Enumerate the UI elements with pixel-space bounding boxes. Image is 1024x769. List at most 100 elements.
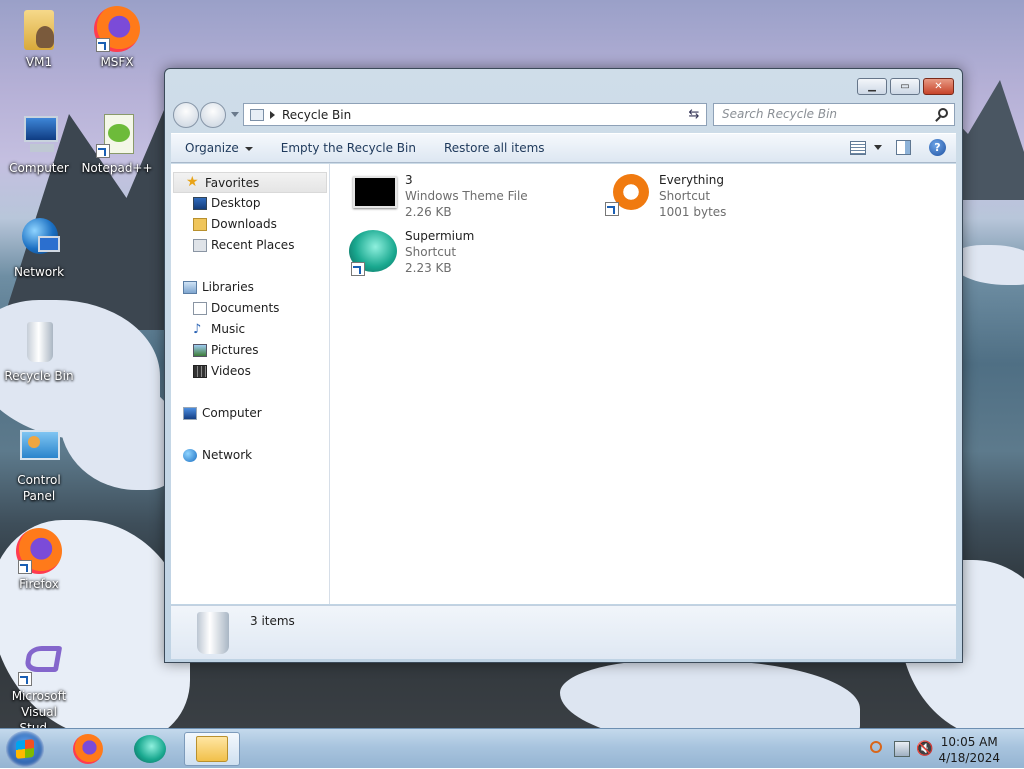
file-type: Shortcut: [659, 189, 711, 203]
minimize-button[interactable]: ▁: [857, 78, 887, 95]
visual-studio-icon: [16, 640, 63, 686]
nav-recent-places[interactable]: Recent Places: [171, 235, 329, 256]
theme-file-icon: [349, 176, 397, 224]
explorer-window: ▁ ▭ ✕ Recycle Bin ⇆ Search Recycle Bin O…: [164, 68, 963, 663]
maximize-icon: ▭: [900, 81, 910, 92]
nav-downloads[interactable]: Downloads: [171, 214, 329, 235]
user-folder-icon: [16, 6, 62, 52]
notification-area: 🔇 10:05 AM 4/18/2024: [864, 729, 1024, 769]
file-details: 3 Windows Theme File 2.26 KB: [405, 172, 528, 220]
desktop-icon-msfx[interactable]: MSFX: [80, 6, 154, 70]
firefox-icon: [94, 6, 140, 52]
restore-all-items-button[interactable]: Restore all items: [430, 141, 559, 155]
computer-icon: [183, 407, 197, 420]
view-options-dropdown-icon[interactable]: [874, 145, 882, 150]
windows-logo-icon: [16, 739, 34, 759]
everything-search-icon: [603, 174, 651, 224]
search-tray-icon[interactable]: [870, 741, 882, 753]
nav-favorites[interactable]: ★ Favorites: [173, 172, 327, 193]
file-name: 3: [405, 173, 413, 187]
downloads-folder-icon: [193, 218, 207, 231]
computer-icon: [16, 112, 62, 158]
nav-computer[interactable]: Computer: [171, 403, 329, 424]
shortcut-arrow-icon: [351, 262, 365, 276]
desktop-icon-network[interactable]: Network: [2, 216, 76, 280]
refresh-button[interactable]: ⇆: [682, 103, 707, 126]
file-type: Windows Theme File: [405, 189, 528, 203]
taskbar: 🔇 10:05 AM 4/18/2024: [0, 728, 1024, 768]
nav-network[interactable]: Network: [171, 445, 329, 466]
help-icon[interactable]: ?: [929, 139, 946, 156]
file-details: Supermium Shortcut 2.23 KB: [405, 228, 474, 276]
minimize-icon: ▁: [868, 81, 876, 92]
preview-pane-icon[interactable]: [896, 140, 911, 155]
nav-documents[interactable]: Documents: [171, 298, 329, 319]
change-view-icon[interactable]: [850, 140, 866, 155]
desktop-icon-computer[interactable]: Computer: [2, 112, 76, 176]
nav-desktop[interactable]: Desktop: [171, 193, 329, 214]
desktop-icon-notepadpp[interactable]: Notepad++: [80, 112, 154, 176]
desktop-icon-recycle-bin[interactable]: Recycle Bin: [2, 320, 76, 384]
maximize-button[interactable]: ▭: [890, 78, 920, 95]
address-bar[interactable]: Recycle Bin: [243, 103, 707, 126]
taskbar-firefox[interactable]: [60, 732, 116, 766]
desktop-icon-control-panel[interactable]: Control Panel: [2, 424, 76, 504]
libraries-icon: [183, 281, 197, 294]
breadcrumb-arrow-icon[interactable]: [270, 110, 275, 119]
clock[interactable]: 10:05 AM 4/18/2024: [938, 734, 1000, 766]
nav-label: Videos: [211, 364, 251, 378]
videos-icon: [193, 365, 207, 378]
nav-label: Favorites: [205, 176, 260, 190]
desktop-icon-firefox[interactable]: Firefox: [2, 528, 76, 592]
nav-music[interactable]: ♪ Music: [171, 319, 329, 340]
taskbar-explorer[interactable]: [184, 732, 240, 766]
shortcut-arrow-icon: [18, 560, 32, 574]
file-list: 3 Windows Theme File 2.26 KB Everything …: [331, 164, 956, 604]
desktop-icon-vm1[interactable]: VM1: [2, 6, 76, 70]
shortcut-arrow-icon: [96, 144, 110, 158]
nav-label: Music: [211, 322, 246, 336]
search-input[interactable]: Search Recycle Bin: [713, 103, 955, 126]
shortcut-arrow-icon: [18, 672, 32, 686]
nav-label: Desktop: [211, 196, 261, 210]
search-icon[interactable]: [938, 108, 948, 118]
nav-label: Network: [202, 448, 253, 462]
nav-label: Recent Places: [211, 238, 295, 252]
back-button[interactable]: [173, 102, 199, 128]
recent-places-icon: [193, 239, 207, 252]
file-item-supermium[interactable]: Supermium Shortcut 2.23 KB: [349, 228, 589, 280]
network-tray-icon[interactable]: [894, 741, 910, 757]
nav-libraries[interactable]: Libraries: [171, 277, 329, 298]
forward-button[interactable]: [200, 102, 226, 128]
start-button[interactable]: [6, 731, 44, 767]
nav-label: Documents: [211, 301, 280, 315]
nav-videos[interactable]: Videos: [171, 361, 329, 382]
file-item-theme[interactable]: 3 Windows Theme File 2.26 KB: [349, 172, 589, 224]
caption-buttons: ▁ ▭ ✕: [854, 78, 954, 95]
nav-pictures[interactable]: Pictures: [171, 340, 329, 361]
file-size: 1001 bytes: [659, 205, 727, 219]
view-controls: ?: [850, 139, 946, 156]
desktop-icon: [193, 197, 207, 210]
file-size: 2.23 KB: [405, 261, 452, 275]
file-details: Everything Shortcut 1001 bytes: [659, 172, 726, 220]
nav-label: Computer: [202, 406, 262, 420]
folder-icon: [196, 736, 228, 762]
recycle-bin-small-icon: [250, 108, 264, 121]
firefox-icon: [73, 734, 103, 764]
desktop-icon-visual-studio[interactable]: Microsoft Visual Stud...: [2, 640, 76, 728]
file-item-everything[interactable]: Everything Shortcut 1001 bytes: [603, 172, 843, 224]
volume-muted-icon[interactable]: 🔇: [916, 741, 933, 757]
taskbar-supermium[interactable]: [122, 732, 178, 766]
close-button[interactable]: ✕: [923, 78, 954, 95]
organize-button[interactable]: Organize: [171, 141, 267, 155]
chevron-down-icon: [244, 146, 253, 151]
recent-pages-dropdown[interactable]: [231, 112, 239, 117]
firefox-icon: [16, 528, 62, 574]
control-panel-icon: [16, 424, 62, 470]
nav-label: Pictures: [211, 343, 259, 357]
empty-recycle-bin-button[interactable]: Empty the Recycle Bin: [267, 141, 430, 155]
